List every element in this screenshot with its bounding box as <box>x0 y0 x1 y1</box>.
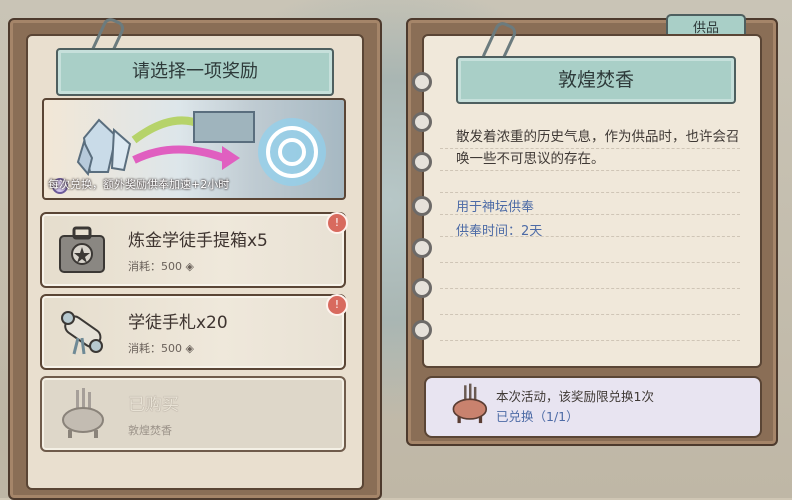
scroll-icon <box>61 311 103 355</box>
pink-arrow <box>132 145 226 164</box>
notebook-ring-icon <box>412 152 432 172</box>
card-title: 炼金学徒手提箱x5 <box>128 231 268 251</box>
card-cost: 消耗：500 ◈ <box>128 342 194 355</box>
notebook-ring-icon <box>412 278 432 298</box>
incense-burner-icon <box>452 383 488 424</box>
item-title: 敦煌焚香 <box>456 56 736 104</box>
card-cost: 消耗：500 ◈ <box>128 260 194 273</box>
notebook-ring-icon <box>412 320 432 340</box>
item-description: 散发着浓重的历史气息，作为供品时，也许会召唤一些不可思议的存在。 <box>456 129 740 167</box>
alert-badge: ! <box>326 212 348 234</box>
card-subtitle: 敦煌焚香 <box>128 424 172 437</box>
item-use-label: 用于神坛供奉 <box>456 200 535 215</box>
alert-badge: ! <box>326 294 348 316</box>
coin-icon: ◈ <box>185 260 194 273</box>
divider <box>440 314 740 315</box>
card-title: 学徒手札x20 <box>128 313 228 333</box>
art-caption: 每次兑换，额外奖励供奉加速+2小时 <box>48 178 230 191</box>
reward-card-briefcase[interactable]: 炼金学徒手提箱x5 消耗：500 ◈ ! <box>40 212 348 288</box>
divider <box>440 262 740 263</box>
notebook-ring-icon <box>412 196 432 216</box>
reward-select-title: 请选择一项奖励 <box>56 48 334 96</box>
exchange-count-text: 已兑换（1/1） <box>496 409 579 424</box>
exchange-limit-text: 本次活动，该奖励限兑换1次 <box>496 389 654 404</box>
divider <box>440 288 740 289</box>
briefcase-icon <box>59 226 105 273</box>
item-offering-time: 供奉时间：2天 <box>456 224 543 239</box>
divider <box>440 340 740 341</box>
crystal-icon <box>76 118 132 177</box>
reward-card-notes[interactable]: 学徒手札x20 消耗：500 ◈ ! <box>40 294 348 370</box>
notebook-ring-icon <box>412 238 432 258</box>
incense-burner-icon <box>62 388 104 438</box>
portal-icon <box>258 118 326 186</box>
divider <box>440 192 740 193</box>
notebook-ring-icon <box>412 112 432 132</box>
reward-card-incense-purchased[interactable]: 已购买 敦煌焚香 <box>40 376 346 452</box>
notebook-ring-icon <box>412 72 432 92</box>
divider <box>440 170 740 171</box>
card-title: 已购买 <box>128 395 179 415</box>
coin-icon: ◈ <box>185 342 194 355</box>
